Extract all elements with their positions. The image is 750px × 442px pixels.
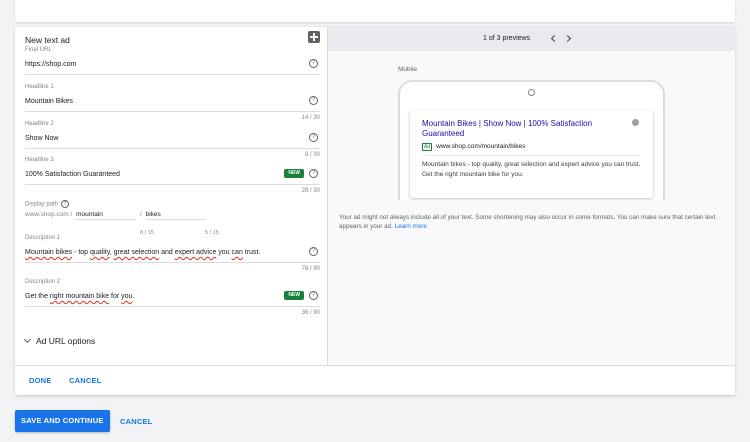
top-card-strip bbox=[15, 0, 735, 22]
question-circle-icon[interactable]: ? bbox=[309, 169, 318, 178]
description-1-label: Description 1 bbox=[25, 235, 61, 241]
info-icon[interactable] bbox=[632, 119, 639, 126]
ad-preview-card: Mountain Bikes | Show Now | 100% Satisfa… bbox=[410, 110, 653, 198]
save-and-continue-button[interactable]: SAVE AND CONTINUE bbox=[15, 410, 110, 432]
display-path-row: www.shop.com / mountain / bikes bbox=[25, 211, 208, 220]
display-path-separator: / bbox=[139, 211, 142, 218]
learn-more-link[interactable]: Learn more bbox=[395, 223, 427, 230]
ad-editor-card: New text ad Final URL https://shop.com ?… bbox=[15, 27, 736, 395]
description-1-count: 78 / 90 bbox=[301, 266, 320, 272]
chevron-right-icon[interactable] bbox=[563, 34, 572, 43]
new-badge: NEW bbox=[284, 291, 304, 300]
form-title: New text ad bbox=[25, 35, 70, 45]
preview-counter: 1 of 3 previews bbox=[483, 35, 531, 42]
headline-1-value[interactable]: Mountain Bikes bbox=[25, 98, 73, 105]
card-divider bbox=[15, 365, 735, 366]
final-url-label: Final URL bbox=[25, 47, 52, 53]
question-circle-icon[interactable]: ? bbox=[309, 291, 318, 300]
display-path-label-text: Display path bbox=[25, 201, 59, 208]
question-circle-icon[interactable]: ? bbox=[61, 200, 70, 208]
cancel-edit-button[interactable]: CANCEL bbox=[69, 376, 101, 385]
path-2-input[interactable]: bikes bbox=[145, 211, 206, 220]
question-circle-icon[interactable]: ? bbox=[309, 247, 318, 256]
cancel-button[interactable]: CANCEL bbox=[120, 417, 152, 426]
question-circle-icon[interactable]: ? bbox=[309, 133, 318, 142]
ad-url-options-toggle[interactable]: Ad URL options bbox=[23, 335, 96, 346]
description-2-count: 36 / 90 bbox=[301, 310, 320, 316]
final-url-field[interactable]: Final URL https://shop.com ? bbox=[25, 47, 320, 75]
headline-2-field[interactable]: Headline 2 Show Now ? 8 / 30 bbox=[25, 121, 320, 158]
display-path-label: Display path? bbox=[25, 200, 70, 208]
chevron-down-icon bbox=[23, 335, 32, 344]
ad-url-options-label: Ad URL options bbox=[36, 336, 96, 346]
headline-1-field[interactable]: Headline 1 Mountain Bikes ? 14 / 30 bbox=[25, 84, 320, 121]
headline-3-field[interactable]: Headline 3 100% Satisfaction Guaranteed … bbox=[25, 157, 320, 194]
description-1-value[interactable]: Mountain bikes - top quality, great sele… bbox=[25, 249, 260, 256]
description-2-value[interactable]: Get the right mountain bike for you. bbox=[25, 293, 134, 300]
path-1-input[interactable]: mountain bbox=[76, 211, 137, 220]
question-circle-icon[interactable]: ? bbox=[309, 96, 318, 105]
question-circle-icon[interactable]: ? bbox=[309, 59, 318, 68]
headline-3-count: 28 / 30 bbox=[301, 188, 320, 194]
description-2-label: Description 2 bbox=[25, 279, 61, 285]
headline-3-value[interactable]: 100% Satisfaction Guaranteed bbox=[25, 171, 120, 178]
display-path-base: www.shop.com / bbox=[25, 211, 73, 218]
ad-preview-headline: Mountain Bikes | Show Now | 100% Satisfa… bbox=[422, 119, 593, 138]
description-2-field[interactable]: Description 2 Get the right mountain bik… bbox=[25, 279, 320, 316]
preview-panel: 1 of 3 previews Mobile Mountain Bikes | … bbox=[327, 27, 736, 365]
ad-preview-url: www.shop.com/mountain/bikes bbox=[436, 143, 526, 150]
final-url-value[interactable]: https://shop.com bbox=[25, 61, 76, 68]
preview-notice: Your ad might not always include all of … bbox=[339, 213, 724, 231]
ad-form: New text ad Final URL https://shop.com ?… bbox=[15, 27, 327, 365]
ad-preview-description: Mountain bikes - top quality, great sele… bbox=[422, 161, 641, 178]
headline-3-label: Headline 3 bbox=[25, 157, 54, 163]
phone-frame: Mountain Bikes | Show Now | 100% Satisfa… bbox=[398, 80, 665, 200]
done-button[interactable]: DONE bbox=[29, 376, 51, 385]
ad-preview-url-row: Ad www.shop.com/mountain/bikes bbox=[422, 143, 525, 151]
preview-header: 1 of 3 previews bbox=[328, 27, 736, 51]
add-box-icon[interactable] bbox=[308, 31, 320, 43]
headline-2-label: Headline 2 bbox=[25, 121, 54, 127]
ad-badge: Ad bbox=[422, 143, 433, 151]
device-label: Mobile bbox=[398, 66, 418, 73]
new-badge: NEW bbox=[284, 169, 304, 178]
headline-1-label: Headline 1 bbox=[25, 84, 54, 90]
phone-camera-icon bbox=[528, 89, 535, 96]
headline-2-value[interactable]: Show Now bbox=[25, 135, 58, 142]
description-1-field[interactable]: Description 1 Mountain bikes - top quali… bbox=[25, 235, 320, 272]
ad-preview-divider bbox=[422, 155, 640, 156]
chevron-left-icon[interactable] bbox=[550, 34, 559, 43]
